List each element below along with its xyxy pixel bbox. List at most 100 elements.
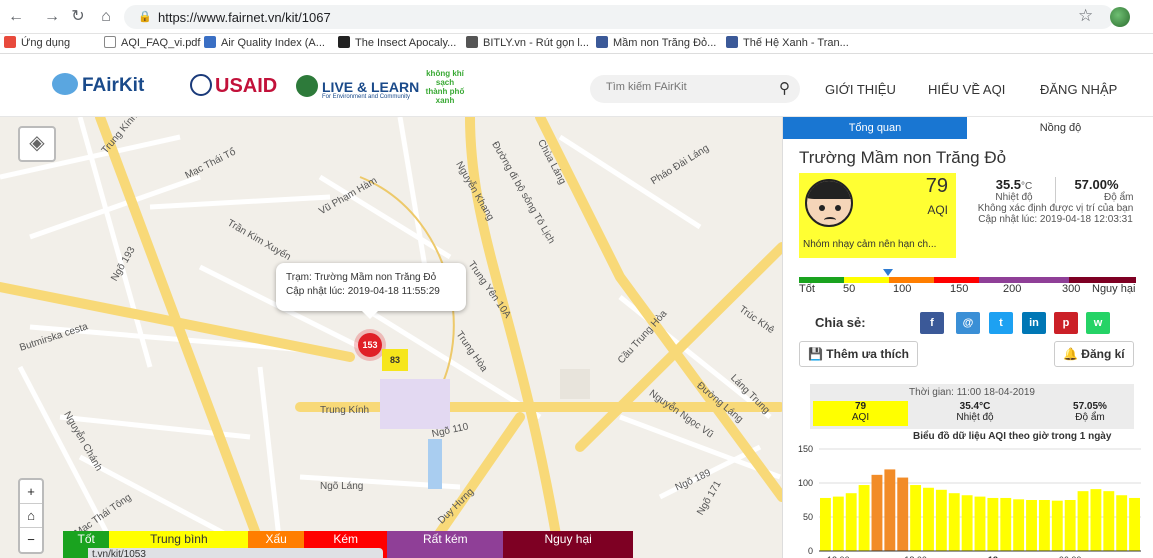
map[interactable]: Trung Kính Mạc Thái Tổ Trần Kim Xuyến Vũ… bbox=[0, 117, 782, 558]
legend-very-unhealthy: Rất kém bbox=[387, 531, 504, 558]
layers-icon[interactable]: ◈ bbox=[18, 126, 56, 162]
humidity-cell: 57.00% Độ ẩm bbox=[1074, 177, 1134, 203]
home-location-icon[interactable]: ⌂ bbox=[20, 504, 42, 528]
chart-bar bbox=[1129, 497, 1140, 551]
aqi-unit: AQI bbox=[927, 203, 948, 217]
station-marker-yellow[interactable]: 83 bbox=[382, 349, 408, 371]
bookmark-mam-non[interactable]: Mầm non Trăng Đỏ... bbox=[596, 36, 716, 49]
chart-bar bbox=[1090, 489, 1102, 551]
aqi-hourly-chart: 05010015012:0018:001806:00 bbox=[798, 444, 1141, 558]
legend-hazardous: Nguy hại bbox=[503, 531, 634, 558]
chart-bar bbox=[1000, 497, 1012, 551]
subscribe-button[interactable]: 🔔 Đăng kí bbox=[1054, 341, 1134, 367]
chart-bar bbox=[1103, 491, 1115, 551]
chart-bar bbox=[832, 496, 844, 551]
bookmark-aqi-faq[interactable]: AQI_FAQ_vi.pdf bbox=[104, 36, 200, 49]
share-facebook-icon[interactable]: f bbox=[920, 312, 944, 334]
status-bar-url: t.vn/kit/1053 bbox=[88, 548, 383, 558]
live-and-learn-logo: LIVE & LEARN For Environment and Communit… bbox=[296, 75, 419, 100]
chart-y-tick-label: 0 bbox=[808, 546, 813, 556]
map-roads bbox=[0, 117, 782, 558]
link-icon bbox=[466, 36, 478, 48]
home-icon[interactable]: ⌂ bbox=[96, 7, 116, 27]
bookmark-insect-apocalypse[interactable]: The Insect Apocaly... bbox=[338, 36, 456, 49]
facebook-icon bbox=[726, 36, 738, 48]
station-panel: Tổng quan Nồng độ Trường Mầm non Trăng Đ… bbox=[782, 117, 1153, 558]
facebook-icon bbox=[596, 36, 608, 48]
search-box[interactable]: ⚲ bbox=[590, 75, 800, 103]
aqi-scale-pointer-icon bbox=[883, 269, 893, 276]
street-label: Ngõ Láng bbox=[320, 481, 364, 492]
aqi-card: 79 AQI Nhóm nhạy cảm nên hạn ch... bbox=[799, 173, 956, 258]
aqi-message: Nhóm nhạy cảm nên hạn ch... bbox=[803, 239, 937, 250]
chart-bar bbox=[910, 485, 922, 551]
search-icon[interactable]: ⚲ bbox=[779, 79, 790, 97]
station-title: Trường Mầm non Trăng Đỏ bbox=[799, 148, 1007, 167]
tab-concentration[interactable]: Nồng độ bbox=[967, 117, 1153, 139]
share-label: Chia sẻ: bbox=[815, 315, 866, 330]
update-time: Cập nhật lúc: 2019-04-18 12:03:31 bbox=[978, 214, 1133, 225]
bookmark-star-icon[interactable]: ☆ bbox=[1078, 6, 1093, 26]
reload-icon[interactable]: ↻ bbox=[68, 7, 88, 27]
chart-bar bbox=[961, 495, 973, 551]
info-time: Thời gian: 11:00 18-04-2019 bbox=[909, 387, 1035, 398]
forward-icon[interactable]: → bbox=[42, 7, 62, 27]
chart-bar bbox=[1013, 499, 1025, 551]
apps-icon bbox=[4, 36, 16, 48]
info-temperature: 35.4°C Nhiệt độ bbox=[956, 401, 994, 423]
hourly-info: Thời gian: 11:00 18-04-2019 79 AQI 35.4°C… bbox=[810, 384, 1134, 429]
chart-bar bbox=[948, 493, 960, 551]
weather-info: 35.5°C Nhiệt độ 57.00% Độ ẩm Không xác định… bbox=[968, 177, 1143, 225]
url-text[interactable]: https://www.fairnet.vn/kit/1067 bbox=[158, 10, 331, 25]
share-twitter-icon[interactable]: t bbox=[989, 312, 1013, 334]
location-message: Không xác định được vị trí của bạn bbox=[977, 203, 1134, 214]
sad-face-icon bbox=[805, 179, 853, 227]
profile-avatar[interactable] bbox=[1110, 7, 1130, 27]
tab-overview[interactable]: Tổng quan bbox=[783, 117, 967, 139]
station-marker-red[interactable]: 153 bbox=[358, 333, 382, 357]
chart-bar bbox=[1051, 500, 1063, 551]
fairkit-logo[interactable]: FAirKit bbox=[52, 73, 144, 97]
site-header: FAirKit USAID LIVE & LEARN For Environmen… bbox=[0, 55, 1153, 117]
fairkit-logo-icon bbox=[52, 73, 78, 95]
info-humidity: 57.05% Độ ẩm bbox=[1073, 401, 1107, 423]
chart-bar bbox=[935, 489, 947, 551]
browser-toolbar: ← → ↻ ⌂ 🔒 https://www.fairnet.vn/kit/106… bbox=[0, 0, 1153, 34]
chart-bar bbox=[987, 497, 999, 551]
share-whatsapp-icon[interactable]: w bbox=[1086, 312, 1110, 334]
station-popup: Trạm: Trường Mầm non Trăng Đỏ Cập nhật l… bbox=[276, 263, 466, 319]
zoom-control: + ⌂ − bbox=[18, 478, 44, 554]
chart-bar bbox=[974, 496, 986, 551]
address-bar[interactable]: 🔒 https://www.fairnet.vn/kit/1067 bbox=[124, 5, 1114, 29]
bookmark-apps[interactable]: Ứng dụng bbox=[4, 36, 70, 49]
search-input[interactable] bbox=[606, 81, 766, 93]
street-label: Trung Kính bbox=[320, 405, 370, 416]
bell-icon: 🔔 bbox=[1063, 347, 1082, 361]
share-email-icon[interactable]: @ bbox=[956, 312, 980, 334]
leaf-icon bbox=[296, 75, 318, 97]
chart-bar bbox=[820, 497, 831, 551]
popup-update: Cập nhật lúc: 2019-04-18 11:55:29 bbox=[286, 286, 440, 297]
back-icon[interactable]: ← bbox=[6, 7, 26, 27]
chart-y-tick-label: 50 bbox=[803, 512, 813, 522]
chart-bar bbox=[1077, 491, 1089, 551]
bookmark-the-he-xanh[interactable]: Thế Hệ Xanh - Tran... bbox=[726, 36, 849, 49]
nav-about[interactable]: GIỚI THIỆU bbox=[825, 82, 896, 97]
share-pinterest-icon[interactable]: p bbox=[1054, 312, 1078, 334]
nav-understand-aqi[interactable]: HIỂU VỀ AQI bbox=[928, 82, 1005, 97]
bookmark-bitly[interactable]: BITLY.vn - Rút gọn l... bbox=[466, 36, 589, 49]
zoom-in-button[interactable]: + bbox=[20, 480, 42, 504]
bookmarks-bar: Ứng dụng AQI_FAQ_vi.pdf Air Quality Inde… bbox=[0, 34, 1153, 54]
usaid-logo: USAID bbox=[190, 74, 277, 98]
add-favorite-button[interactable]: 💾 Thêm ưa thích bbox=[799, 341, 918, 367]
zoom-out-button[interactable]: − bbox=[20, 528, 42, 552]
nav-login[interactable]: ĐĂNG NHẬP bbox=[1040, 82, 1117, 97]
aqi-value: 79 bbox=[925, 175, 948, 197]
share-linkedin-icon[interactable]: in bbox=[1022, 312, 1046, 334]
popup-station: Trạm: Trường Mầm non Trăng Đỏ bbox=[286, 272, 437, 283]
chart-bar bbox=[897, 477, 909, 551]
chart-bar bbox=[1116, 495, 1128, 551]
chart-bar bbox=[858, 485, 870, 551]
bookmark-air-quality-index[interactable]: Air Quality Index (A... bbox=[204, 36, 325, 49]
chart-bar bbox=[871, 474, 883, 551]
